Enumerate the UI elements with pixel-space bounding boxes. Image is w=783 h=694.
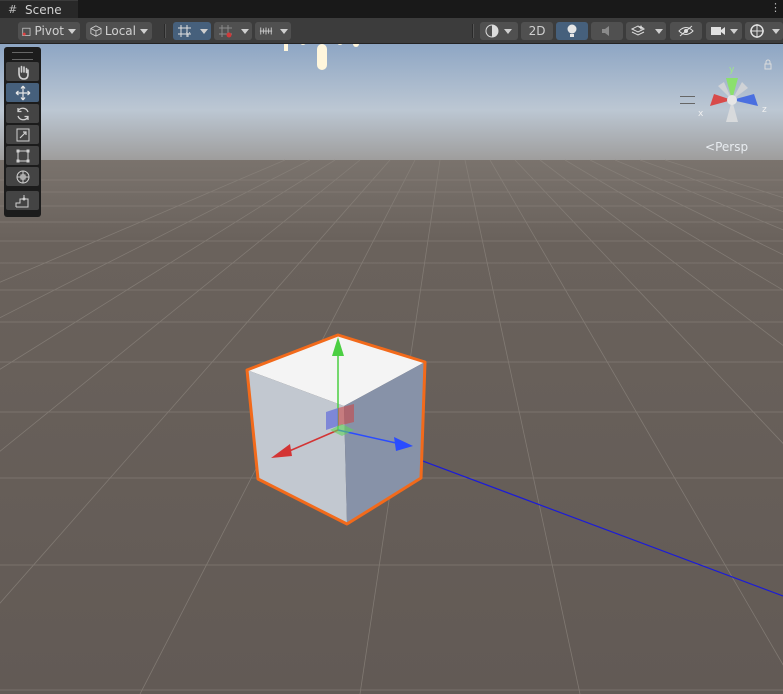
chevron-down-icon xyxy=(241,28,249,34)
rotate-tool[interactable] xyxy=(6,104,39,123)
overlay-grip[interactable] xyxy=(12,52,33,60)
camera-dropdown[interactable] xyxy=(706,22,742,40)
mode-2d-button[interactable]: 2D xyxy=(521,22,553,40)
more-icon[interactable]: ⋮ xyxy=(770,1,781,14)
scene-viewport[interactable]: y x z <Persp xyxy=(0,44,783,694)
lock-icon[interactable] xyxy=(764,59,772,70)
projection-toggle[interactable]: <Persp xyxy=(705,140,748,154)
svg-text:Y: Y xyxy=(185,31,191,38)
gizmos-button[interactable] xyxy=(745,22,769,40)
hidden-objects-button[interactable] xyxy=(670,22,702,40)
effects-dropdown[interactable] xyxy=(652,22,666,40)
increment-snap-dropdown[interactable] xyxy=(238,22,252,40)
audio-button[interactable] xyxy=(591,22,623,40)
local-dropdown[interactable]: Local xyxy=(86,22,152,40)
hand-icon xyxy=(17,65,29,80)
layers-icon xyxy=(630,25,646,36)
camera-icon xyxy=(711,27,725,35)
custom-tool[interactable] xyxy=(6,191,39,210)
chevron-down-icon xyxy=(730,28,738,34)
transform-icon xyxy=(16,170,29,183)
hand-tool[interactable] xyxy=(6,62,39,81)
projection-label: Persp xyxy=(715,140,749,154)
gizmo-x-label: x xyxy=(698,109,704,119)
pivot-dropdown[interactable]: Pivot xyxy=(18,22,80,40)
scene-render xyxy=(0,44,783,694)
chevron-down-icon xyxy=(504,28,512,34)
scene-toolbar: Pivot Local Y 2D xyxy=(0,18,783,44)
gizmo-icon xyxy=(750,24,764,38)
chevron-down-icon xyxy=(68,28,76,34)
chevron-down-icon xyxy=(200,28,208,34)
grid-snap-icon: Y xyxy=(178,25,191,38)
tools-overlay xyxy=(4,47,41,217)
toolbar-separator xyxy=(164,24,166,38)
chevron-down-icon xyxy=(655,28,663,34)
transform-tool[interactable] xyxy=(6,167,39,186)
tab-scene[interactable]: # Scene xyxy=(0,0,78,18)
local-label: Local xyxy=(104,24,136,38)
ruler-button[interactable] xyxy=(255,22,277,40)
effects-button[interactable] xyxy=(626,22,652,40)
increment-snap-button[interactable] xyxy=(214,22,238,40)
lighting-button[interactable] xyxy=(556,22,588,40)
tab-bar: # Scene ⋮ xyxy=(0,0,783,18)
scale-icon xyxy=(16,128,29,141)
move-icon xyxy=(15,85,30,100)
snap-icon xyxy=(219,25,232,38)
chevron-down-icon xyxy=(140,28,148,34)
grid-snap-dropdown[interactable] xyxy=(197,22,211,40)
ruler-dropdown[interactable] xyxy=(277,22,291,40)
gizmo-z-label: z xyxy=(762,105,767,115)
audio-icon xyxy=(602,26,609,36)
draw-mode-dropdown[interactable] xyxy=(480,22,518,40)
rect-icon xyxy=(16,149,29,162)
chevron-down-icon xyxy=(280,28,288,34)
scale-tool[interactable] xyxy=(6,125,39,144)
cube-icon xyxy=(90,25,102,37)
mode-2d-label: 2D xyxy=(528,24,546,38)
pivot-icon xyxy=(22,27,31,36)
pivot-label: Pivot xyxy=(34,24,64,38)
tab-label: Scene xyxy=(25,2,62,17)
rotate-icon xyxy=(16,107,29,120)
grid-snap-button[interactable]: Y xyxy=(173,22,197,40)
sky xyxy=(0,44,783,164)
eye-off-icon xyxy=(678,25,694,37)
gizmos-dropdown[interactable] xyxy=(769,22,783,40)
grid-icon: # xyxy=(8,2,18,16)
lightbulb-icon xyxy=(567,24,577,37)
custom-tool-icon xyxy=(15,194,28,207)
ruler-icon xyxy=(259,27,273,35)
shading-icon xyxy=(485,24,499,38)
move-tool[interactable] xyxy=(6,83,39,102)
toolbar-separator xyxy=(472,24,474,38)
chevron-down-icon xyxy=(772,28,780,34)
gizmo-y-label: y xyxy=(729,65,735,75)
rect-tool[interactable] xyxy=(6,146,39,165)
